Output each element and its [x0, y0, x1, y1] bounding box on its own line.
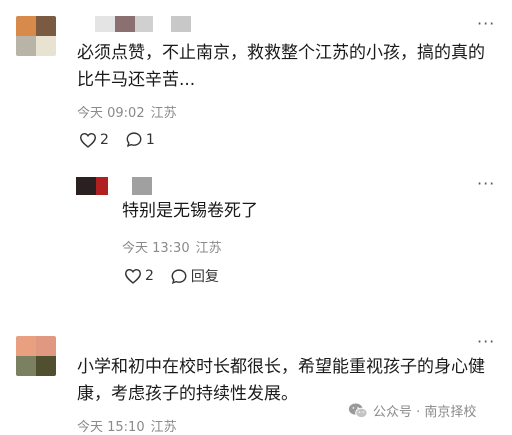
reply-label: 回复 [190, 269, 219, 285]
reply-actions: 2 回复 [124, 266, 235, 286]
more-icon[interactable]: ··· [477, 176, 495, 192]
comment-icon [171, 268, 187, 284]
username[interactable] [95, 16, 191, 32]
reply-location: 江苏 [195, 241, 222, 256]
watermark-text: 公众号 · 南京择校 [373, 405, 477, 420]
watermark: 公众号 · 南京择校 [348, 401, 476, 420]
reply-text: 特别是无锡卷死了 [122, 201, 258, 221]
like-button[interactable]: 2 [124, 268, 154, 284]
like-button[interactable]: 2 [79, 132, 109, 148]
reply-time: 今天 13:30 [122, 241, 190, 256]
like-count: 2 [145, 268, 154, 284]
more-icon[interactable]: ··· [477, 334, 495, 350]
comment-text: 小学和初中在校时长都很长，希望能重视孩子的身心健康，考虑孩子的持续性发展。 [77, 357, 485, 404]
reply-count: 1 [145, 131, 155, 148]
comment-actions: 2 1 [79, 131, 171, 148]
heart-icon [124, 268, 142, 284]
comment-text: 必须点赞，不止南京，救救整个江苏的小孩，搞的真的比牛马还辛苦... [77, 43, 485, 90]
comment-time: 今天 09:02 [77, 106, 145, 121]
comment-location: 江苏 [150, 106, 177, 121]
comment-meta: 今天 15:10 江苏 [77, 416, 177, 435]
avatar[interactable] [16, 16, 56, 56]
more-icon[interactable]: ··· [477, 16, 495, 32]
reply-avatar-username[interactable] [76, 177, 152, 195]
reply-button[interactable]: 1 [125, 131, 155, 148]
like-count: 2 [100, 131, 109, 148]
wechat-icon [348, 403, 368, 418]
comment-meta: 今天 09:02 江苏 [77, 102, 177, 121]
avatar[interactable] [16, 336, 56, 376]
reply-button[interactable]: 回复 [170, 266, 219, 286]
comment-icon [126, 132, 142, 148]
reply-meta: 今天 13:30 江苏 [122, 237, 222, 256]
heart-icon [79, 132, 97, 148]
comment-time: 今天 15:10 [77, 420, 145, 435]
comment-location: 江苏 [150, 420, 177, 435]
